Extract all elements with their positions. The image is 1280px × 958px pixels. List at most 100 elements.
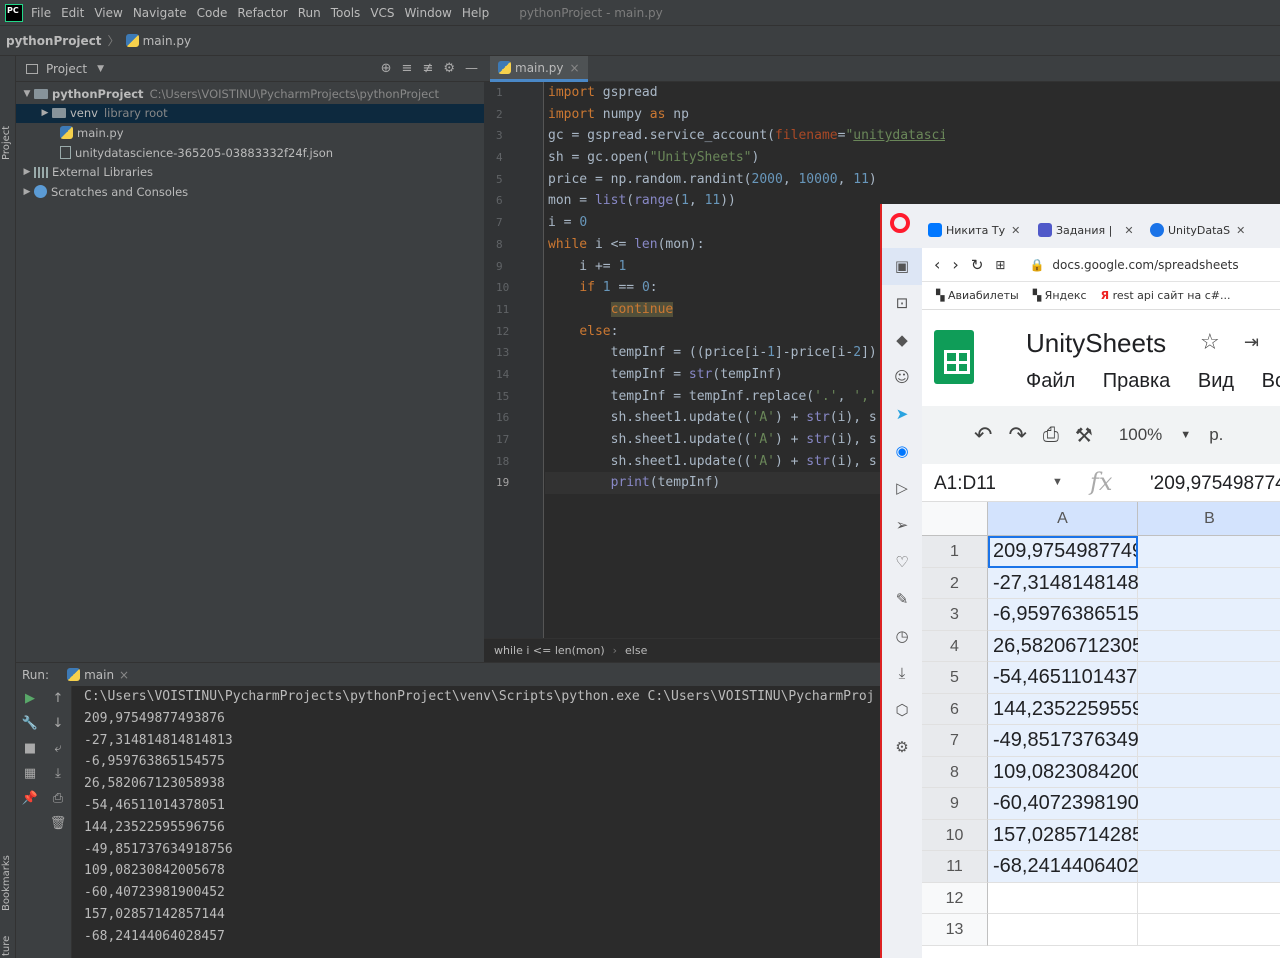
row-header[interactable]: 5 (922, 662, 988, 694)
sheets-menu-file[interactable]: Файл (1026, 370, 1075, 392)
briefcase-icon[interactable]: ⊡ (882, 285, 922, 322)
cell-a[interactable]: -6,959763865154575 (988, 599, 1183, 631)
scroll-to-end-icon[interactable]: ⤓ (44, 761, 72, 786)
menu-help[interactable]: Help (462, 6, 489, 20)
move-icon[interactable]: ⇥ (1244, 332, 1259, 353)
cell-a[interactable]: -27,314814814814813 (988, 567, 1194, 599)
workspace-icon[interactable]: ▣ (882, 248, 922, 285)
select-all-corner[interactable] (922, 502, 988, 536)
row-header[interactable]: 12 (922, 882, 988, 914)
code-breadcrumb-item[interactable]: while i <= len(mon) (494, 644, 605, 657)
arrow-down-icon[interactable]: ↓ (44, 711, 72, 736)
cell-b[interactable] (1138, 756, 1280, 788)
run-tab-main[interactable]: main × (67, 668, 129, 682)
cell-a[interactable]: 109,08230842005678 (988, 756, 1188, 788)
tree-item-scratches[interactable]: ▶ Scratches and Consoles (16, 182, 484, 202)
cell-a[interactable]: 209,97549877493876 (988, 536, 1188, 568)
star-icon[interactable]: ☆ (1200, 330, 1220, 355)
row-header[interactable]: 11 (922, 851, 988, 883)
sheets-menu-edit[interactable]: Правка (1103, 370, 1171, 392)
chevron-down-icon[interactable]: ▼ (1180, 429, 1191, 441)
breadcrumb-project[interactable]: pythonProject (6, 34, 102, 48)
sheets-menu-insert[interactable]: Вст (1262, 370, 1280, 392)
bookmark-item[interactable]: ▚ Авиабилеты (936, 289, 1019, 302)
cell-b[interactable] (1138, 725, 1280, 757)
chevron-right-icon[interactable]: ▶ (20, 167, 34, 177)
chevron-down-icon[interactable]: ▼ (97, 64, 104, 74)
structure-stripe-button[interactable]: ture (1, 936, 12, 956)
tiles-icon[interactable]: ⊞ (995, 258, 1005, 272)
cell-b[interactable] (1138, 851, 1280, 883)
menu-edit[interactable]: Edit (61, 6, 84, 20)
bookmark-item[interactable]: Я rest api сайт на c#... (1101, 289, 1231, 302)
cell-a[interactable] (988, 914, 1138, 946)
cell-a[interactable]: -60,40723981900452 (988, 788, 1183, 820)
cell-b[interactable] (1138, 630, 1280, 662)
close-icon[interactable]: ✕ (1011, 224, 1020, 237)
collapse-all-icon[interactable]: ≢ (422, 61, 433, 76)
formula-input[interactable]: '209,975498774 (1150, 473, 1280, 495)
chevron-down-icon[interactable]: ▼ (20, 89, 34, 99)
print-icon[interactable]: ⎙ (1043, 424, 1059, 447)
menu-refactor[interactable]: Refactor (237, 6, 287, 20)
chevron-down-icon[interactable]: ▼ (1052, 476, 1063, 488)
edit-icon[interactable]: ✎ (882, 581, 922, 618)
back-icon[interactable]: ‹ (934, 255, 940, 274)
cell-a[interactable] (988, 882, 1138, 914)
rerun-icon[interactable]: ▶ (16, 686, 44, 711)
forward-icon[interactable]: › (952, 255, 958, 274)
bookmark-item[interactable]: ▚ Яндекс (1033, 289, 1087, 302)
hide-icon[interactable]: — (465, 61, 478, 76)
row-header[interactable]: 13 (922, 914, 988, 946)
cell-b[interactable] (1138, 693, 1280, 725)
gear-icon[interactable]: ⚙ (443, 61, 455, 76)
tree-item-external-libraries[interactable]: ▶ External Libraries (16, 162, 484, 182)
browser-tab-tasks[interactable]: Задания | ✕ (1038, 220, 1134, 240)
cell-b[interactable] (1138, 819, 1280, 851)
stop-icon[interactable]: ■ (16, 736, 44, 761)
url-field[interactable]: docs.google.com/spreadsheets (1052, 258, 1238, 272)
row-header[interactable]: 1 (922, 536, 988, 568)
tree-item-project-root[interactable]: ▼ pythonProject C:\Users\VOISTINU\Pychar… (16, 84, 484, 104)
sheets-logo-icon[interactable] (934, 330, 974, 384)
cell-b[interactable] (1138, 567, 1280, 599)
row-header[interactable]: 8 (922, 756, 988, 788)
menu-window[interactable]: Window (405, 6, 452, 20)
print-icon[interactable]: ⎙ (44, 786, 72, 811)
cell-b[interactable] (1138, 914, 1280, 946)
column-header[interactable]: B (1138, 502, 1280, 536)
close-icon[interactable]: ✕ (1236, 224, 1245, 237)
gear-icon[interactable]: ⚙ (882, 729, 922, 766)
tree-item-json[interactable]: unitydatascience-365205-03883332f24f.jso… (16, 143, 484, 163)
heart-icon[interactable]: ♡ (882, 544, 922, 581)
name-box[interactable]: A1:D11 (934, 473, 996, 495)
row-header[interactable]: 10 (922, 819, 988, 851)
soft-wrap-icon[interactable]: ⤶ (44, 736, 72, 761)
bookmarks-stripe-button[interactable]: Bookmarks (1, 855, 12, 911)
project-panel-title[interactable]: Project (46, 62, 87, 76)
tab-main-py[interactable]: main.py × (490, 56, 588, 82)
download-icon[interactable]: ⤓ (882, 655, 922, 692)
breadcrumb-file[interactable]: main.py (143, 34, 192, 48)
chevron-right-icon[interactable]: ▶ (38, 108, 52, 118)
code-breadcrumb-item[interactable]: else (625, 644, 647, 657)
tree-item-venv[interactable]: ▶ venv library root (16, 103, 484, 124)
trash-icon[interactable]: 🗑 (44, 811, 72, 836)
menu-view[interactable]: View (94, 6, 122, 20)
menu-file[interactable]: File (31, 6, 51, 20)
browser-tab-vk[interactable]: Никита Ту ✕ (928, 220, 1020, 240)
telegram-icon[interactable]: ➤ (882, 396, 922, 433)
sheet-grid[interactable]: A B 1 209,97549877493876 2 -27,314814814814… (922, 502, 1280, 958)
layout-icon[interactable]: ▦ (16, 761, 44, 786)
run-console[interactable]: C:\Users\VOISTINU\PycharmProjects\python… (72, 686, 880, 958)
close-icon[interactable]: ✕ (1124, 224, 1133, 237)
row-header[interactable]: 9 (922, 788, 988, 820)
cube-icon[interactable]: ⬡ (882, 692, 922, 729)
opera-logo-icon[interactable] (890, 213, 910, 233)
column-header[interactable]: A (988, 502, 1138, 536)
menu-run[interactable]: Run (298, 6, 321, 20)
menu-code[interactable]: Code (197, 6, 228, 20)
row-header[interactable]: 2 (922, 567, 988, 599)
row-header[interactable]: 3 (922, 599, 988, 631)
vk-icon[interactable]: ◉ (882, 433, 922, 470)
